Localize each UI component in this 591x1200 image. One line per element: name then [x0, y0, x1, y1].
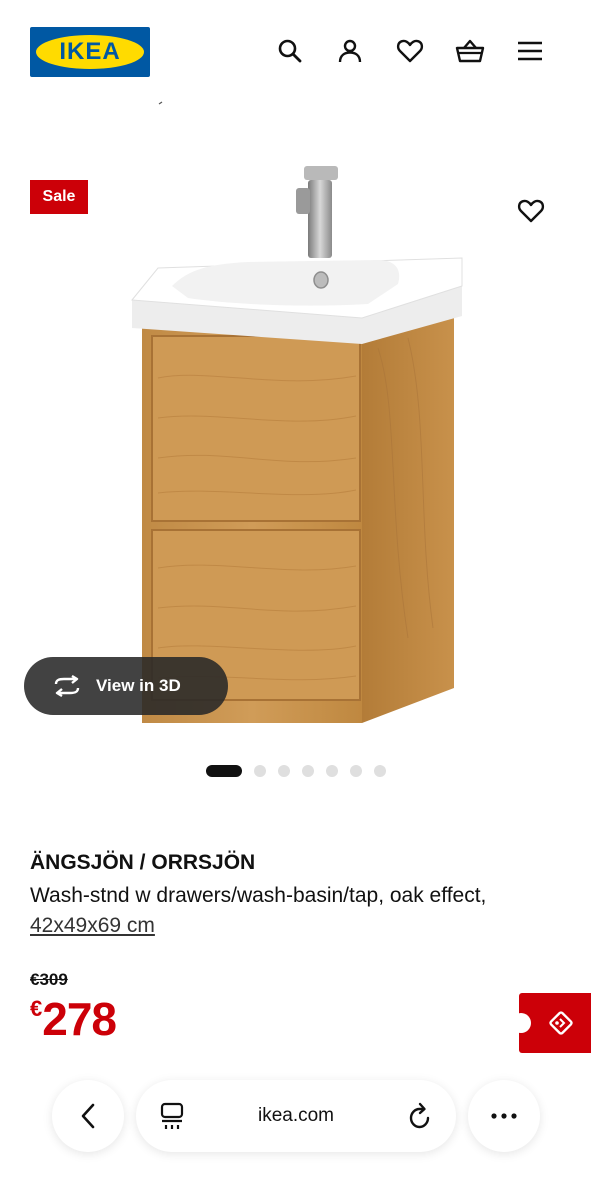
logo-text: IKEA — [59, 38, 121, 65]
view-in-3d-button[interactable]: View in 3D — [24, 657, 228, 715]
reader-mode-icon — [160, 1102, 184, 1129]
sale-badge: Sale — [30, 180, 88, 214]
product-description-text: Wash-stnd w drawers/wash-basin/tap, oak … — [30, 884, 487, 907]
product-image[interactable] — [128, 158, 464, 728]
price-currency: € — [30, 996, 43, 1021]
menu-icon[interactable] — [513, 34, 547, 68]
carousel-dot[interactable] — [254, 765, 266, 777]
heart-icon[interactable] — [393, 34, 427, 68]
more-options-button[interactable] — [468, 1080, 540, 1152]
product-name: ÄNGSJÖN / ORRSJÖN — [30, 851, 256, 874]
carousel-dot[interactable] — [326, 765, 338, 777]
reload-icon — [409, 1102, 430, 1129]
image-carousel-dots — [206, 764, 398, 778]
reader-mode-button[interactable] — [156, 1100, 188, 1132]
heart-icon — [517, 199, 545, 223]
previous-price: €309 — [30, 970, 68, 989]
price-amount: 278 — [42, 993, 117, 1045]
site-header: IKEA — [0, 0, 591, 110]
address-bar[interactable]: ikea.com — [136, 1080, 456, 1152]
add-to-favourites-button[interactable] — [512, 192, 550, 230]
view-in-3d-label: View in 3D — [96, 676, 181, 695]
carousel-dot[interactable] — [206, 765, 242, 777]
product-description: Wash-stnd w drawers/wash-basin/tap, oak … — [30, 881, 530, 941]
browser-toolbar: ikea.com — [0, 1060, 591, 1200]
tiny-mark — [158, 101, 163, 105]
chevron-left-icon — [81, 1103, 95, 1129]
user-icon[interactable] — [333, 34, 367, 68]
rotate-3d-icon — [54, 675, 80, 697]
price-tag-icon — [545, 1007, 577, 1039]
carousel-dot[interactable] — [302, 765, 314, 777]
offer-tab-notch — [511, 1013, 531, 1033]
offer-tab[interactable] — [511, 993, 591, 1053]
current-price: €278 — [30, 992, 117, 1046]
product-dimensions-link[interactable]: 42x49x69 cm — [30, 914, 155, 937]
carousel-dot[interactable] — [374, 765, 386, 777]
ikea-logo[interactable]: IKEA — [30, 27, 150, 77]
carousel-dot[interactable] — [350, 765, 362, 777]
basket-icon[interactable] — [453, 34, 487, 68]
carousel-dot[interactable] — [278, 765, 290, 777]
back-button[interactable] — [52, 1080, 124, 1152]
search-icon[interactable] — [273, 34, 307, 68]
more-dots-icon — [491, 1113, 517, 1119]
reload-button[interactable] — [404, 1100, 436, 1132]
